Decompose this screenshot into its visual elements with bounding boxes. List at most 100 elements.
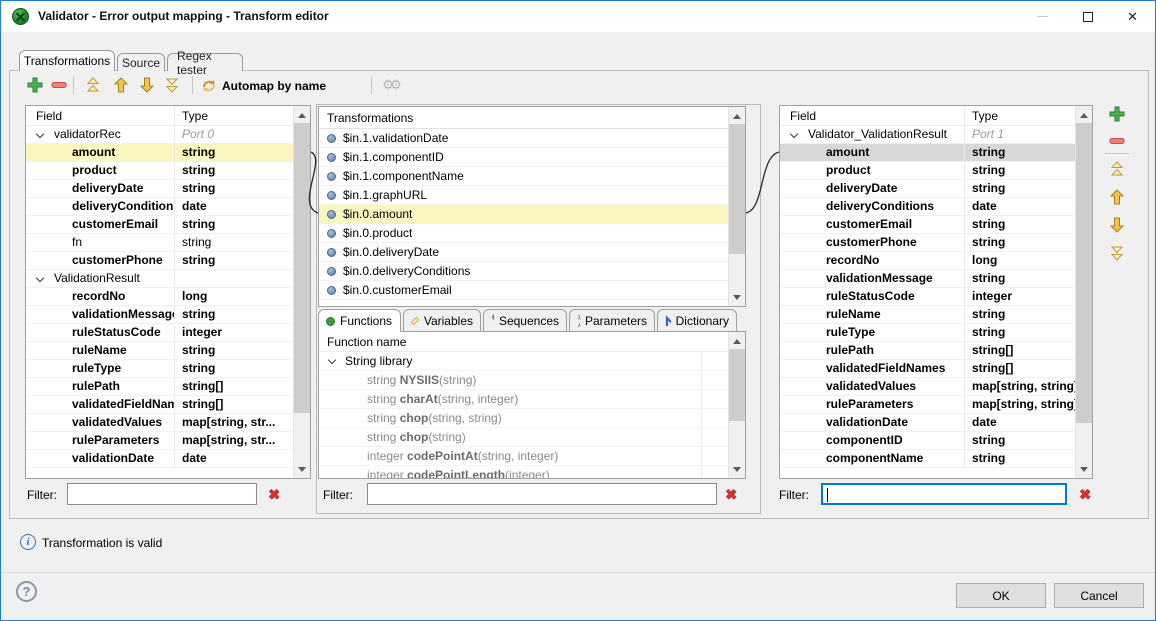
scroll-down-icon[interactable]: [1076, 461, 1092, 478]
transformation-item[interactable]: $in.1.componentID: [319, 148, 728, 167]
transformation-item[interactable]: $in.1.validationDate: [319, 129, 728, 148]
right-filter-clear-icon[interactable]: ✖: [1079, 486, 1091, 503]
field-row[interactable]: ruleNamestring: [780, 306, 1075, 324]
function-row[interactable]: integer codePointLength(integer): [319, 466, 728, 478]
field-row[interactable]: recordNolong: [26, 288, 293, 306]
field-row[interactable]: ruleStatusCodeinteger: [780, 288, 1075, 306]
close-icon[interactable]: ✕: [1110, 1, 1155, 32]
move-down-icon[interactable]: [1107, 215, 1127, 235]
scrollbar-thumb[interactable]: [729, 124, 745, 254]
move-up-icon[interactable]: [1107, 187, 1127, 207]
left-filter-input[interactable]: [67, 483, 257, 505]
field-row[interactable]: rulePathstring[]: [26, 378, 293, 396]
move-top-icon[interactable]: [1107, 159, 1127, 179]
scroll-down-icon[interactable]: [294, 461, 310, 478]
scroll-up-icon[interactable]: [1076, 106, 1092, 123]
tab-parameters[interactable]: X=Y A=1 Parameters: [569, 309, 655, 331]
scrollbar-vertical[interactable]: [1075, 106, 1092, 478]
function-row[interactable]: integer codePointAt(string, integer): [319, 447, 728, 466]
tab-sequences[interactable]: 1 2 3 Sequences: [483, 309, 567, 331]
scroll-down-icon[interactable]: [729, 461, 745, 478]
field-row[interactable]: deliveryConditionsdate: [26, 198, 293, 216]
field-row[interactable]: amountstring: [26, 144, 293, 162]
field-row[interactable]: ruleNamestring: [26, 342, 293, 360]
transformation-item[interactable]: $in.1.graphURL: [319, 186, 728, 205]
scroll-up-icon[interactable]: [294, 106, 310, 123]
transformation-item[interactable]: $in.1.componentName: [319, 167, 728, 186]
tab-variables[interactable]: Variables: [403, 309, 481, 331]
field-row[interactable]: deliveryConditionsdate: [780, 198, 1075, 216]
ok-button[interactable]: OK: [956, 583, 1046, 608]
scrollbar-vertical[interactable]: [728, 107, 745, 306]
scrollbar-thumb[interactable]: [294, 123, 310, 413]
field-row[interactable]: ruleParametersmap[string, string]: [780, 396, 1075, 414]
scroll-up-icon[interactable]: [729, 332, 745, 349]
middle-filter-input[interactable]: [367, 483, 717, 505]
move-up-icon[interactable]: [111, 75, 131, 95]
move-bottom-icon[interactable]: [1107, 243, 1127, 263]
field-row[interactable]: deliveryDatestring: [26, 180, 293, 198]
scrollbar-thumb[interactable]: [729, 349, 745, 421]
tab-dictionary[interactable]: Dictionary: [657, 309, 737, 331]
transformation-item[interactable]: $in.0.deliveryDate: [319, 243, 728, 262]
add-field-icon[interactable]: [1107, 104, 1127, 124]
field-row[interactable]: componentIDstring: [780, 432, 1075, 450]
field-row[interactable]: ValidationResult: [26, 270, 293, 288]
maximize-icon[interactable]: [1065, 1, 1110, 32]
remove-field-icon[interactable]: [1107, 131, 1127, 151]
chevron-down-icon[interactable]: [790, 130, 798, 138]
tab-functions[interactable]: Functions: [318, 309, 401, 332]
middle-filter-clear-icon[interactable]: ✖: [725, 486, 737, 503]
field-row[interactable]: validationDatedate: [26, 450, 293, 468]
move-down-icon[interactable]: [137, 75, 157, 95]
field-row[interactable]: componentNamestring: [780, 450, 1075, 468]
field-row[interactable]: validationMessagestring: [26, 306, 293, 324]
scrollbar-vertical[interactable]: [728, 332, 745, 478]
field-row[interactable]: recordNolong: [780, 252, 1075, 270]
scroll-up-icon[interactable]: [729, 107, 745, 124]
cancel-button[interactable]: Cancel: [1054, 583, 1144, 608]
field-row[interactable]: customerPhonestring: [780, 234, 1075, 252]
move-bottom-icon[interactable]: [162, 75, 182, 95]
function-row[interactable]: string NYSIIS(string): [319, 371, 728, 390]
field-row[interactable]: customerEmailstring: [780, 216, 1075, 234]
scrollbar-vertical[interactable]: [293, 106, 310, 478]
field-row[interactable]: ruleTypestring: [26, 360, 293, 378]
function-row[interactable]: string chop(string, string): [319, 409, 728, 428]
chevron-down-icon[interactable]: [328, 356, 336, 364]
field-row[interactable]: validationDatedate: [780, 414, 1075, 432]
chevron-down-icon[interactable]: [36, 130, 44, 138]
tab-regex-tester[interactable]: Regex tester: [167, 53, 243, 71]
field-row[interactable]: validatedFieldNamesstring[]: [26, 396, 293, 414]
field-row[interactable]: validatedValuesmap[string, str...: [26, 414, 293, 432]
field-row[interactable]: rulePathstring[]: [780, 342, 1075, 360]
left-filter-clear-icon[interactable]: ✖: [268, 486, 280, 503]
automap-button[interactable]: Automap by name: [222, 79, 326, 93]
field-row[interactable]: Validator_ValidationResultPort 1: [780, 126, 1075, 144]
field-row[interactable]: productstring: [26, 162, 293, 180]
transformation-item[interactable]: $in.0.customerEmail: [319, 281, 728, 300]
scroll-down-icon[interactable]: [729, 289, 745, 306]
add-mapping-icon[interactable]: [25, 75, 45, 95]
tab-transformations[interactable]: Transformations: [19, 50, 115, 71]
move-top-icon[interactable]: [83, 75, 103, 95]
scrollbar-thumb[interactable]: [1076, 123, 1092, 423]
automap-icon[interactable]: [199, 75, 219, 95]
field-row[interactable]: amountstring: [780, 144, 1075, 162]
field-row[interactable]: customerPhonestring: [26, 252, 293, 270]
right-filter-input[interactable]: [821, 483, 1067, 505]
chevron-down-icon[interactable]: [36, 274, 44, 282]
field-row[interactable]: validatedFieldNamesstring[]: [780, 360, 1075, 378]
help-icon[interactable]: ?: [16, 581, 37, 602]
transformation-item[interactable]: $in.0.product: [319, 224, 728, 243]
transformation-item[interactable]: $in.0.amount: [319, 205, 728, 224]
field-row[interactable]: fnstring: [26, 234, 293, 252]
field-row[interactable]: deliveryDatestring: [780, 180, 1075, 198]
remove-mapping-icon[interactable]: [49, 75, 69, 95]
field-row[interactable]: validationMessagestring: [780, 270, 1075, 288]
transformation-item[interactable]: $in.0.deliveryConditions: [319, 262, 728, 281]
field-row[interactable]: customerEmailstring: [26, 216, 293, 234]
field-row[interactable]: ruleTypestring: [780, 324, 1075, 342]
function-row[interactable]: string chop(string): [319, 428, 728, 447]
field-row[interactable]: productstring: [780, 162, 1075, 180]
